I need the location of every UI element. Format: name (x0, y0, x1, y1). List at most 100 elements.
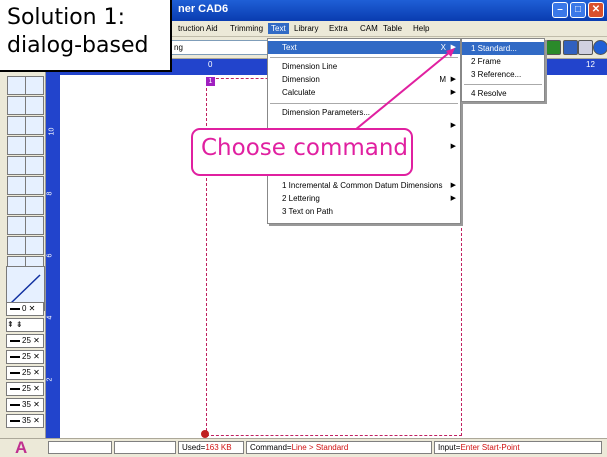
menu-separator (270, 57, 458, 58)
window-title: ner CAD6 (178, 3, 229, 15)
menu-item-text[interactable]: Text X ▶ (268, 41, 460, 54)
submenu-arrow-icon: ▶ (450, 76, 456, 83)
hatch-tool-icon[interactable] (7, 216, 26, 235)
curve-tool-icon[interactable] (25, 96, 44, 115)
menu-separator (464, 84, 542, 85)
submenu-arrow-icon: ▶ (450, 89, 456, 96)
line-sample-icon (10, 371, 20, 374)
arc-tool-icon[interactable] (7, 136, 26, 155)
help-icon[interactable] (593, 40, 607, 55)
line-width-0[interactable]: 0 ✕ (6, 302, 44, 316)
spline-tool-icon[interactable] (25, 136, 44, 155)
ruler-label: 6 (46, 253, 54, 258)
submenu-item-reference[interactable]: 3 Reference... (462, 68, 544, 81)
line-width-label: 35 (22, 400, 31, 409)
submenu-item-standard[interactable]: 1 Standard... (462, 42, 544, 55)
status-used: Used=163 KB (178, 441, 244, 454)
layer-combo-box[interactable]: ng (170, 40, 270, 55)
submenu-arrow-icon: ▶ (450, 44, 456, 51)
origin-icon (201, 430, 209, 438)
line-width-25c[interactable]: 25 ✕ (6, 366, 44, 380)
ruler-label: 4 (46, 315, 54, 320)
ruler-label: 0 (208, 60, 213, 69)
menu-extra[interactable]: Extra (326, 23, 351, 34)
line-tool-icon[interactable] (7, 76, 26, 95)
bezier-tool-icon[interactable] (25, 116, 44, 135)
close-icon[interactable]: ✕ (588, 2, 604, 18)
rectangle-tool-icon[interactable] (7, 96, 26, 115)
input-value: Enter Start-Point (460, 443, 520, 452)
menu-library[interactable]: Library (291, 23, 321, 34)
menu-text[interactable]: Text (268, 23, 289, 34)
line-width-35b[interactable]: 35 ✕ (6, 414, 44, 428)
line-width-label: 25 (22, 336, 31, 345)
app-logo-icon: A (15, 438, 28, 457)
line-width-label: 25 (22, 384, 31, 393)
status-field-empty-2 (114, 441, 176, 454)
lock-tool-icon[interactable] (7, 236, 26, 255)
line-width-label: 35 (22, 416, 31, 425)
menu-item-label: Dimension Parameters... (282, 108, 371, 117)
command-label: Command= (250, 443, 292, 452)
filter-tool-icon[interactable] (7, 196, 26, 215)
menu-cam[interactable]: CAM (357, 23, 381, 34)
menu-construction-aid[interactable]: truction Aid (175, 23, 221, 34)
grid-icon[interactable] (546, 40, 561, 55)
minimize-icon[interactable]: – (552, 2, 568, 18)
select-tool-icon[interactable] (7, 176, 26, 195)
line-sample-icon (10, 387, 20, 390)
submenu-arrow-icon: ▶ (450, 143, 456, 150)
solution-callout-text: Solution 1: dialog-based (7, 5, 149, 58)
line-sample-icon (10, 339, 20, 342)
choose-command-text: Choose command (201, 135, 409, 161)
line-width-label: 0 (22, 304, 27, 313)
cross-tool-icon[interactable] (7, 116, 26, 135)
menu-item-text-on-path[interactable]: 3 Text on Path (268, 205, 460, 218)
menu-shortcut: X (440, 43, 446, 52)
menu-item-lettering[interactable]: 2 Lettering ▶ (268, 192, 460, 205)
pattern-tool-icon[interactable] (25, 216, 44, 235)
menu-item-incremental-dimensions[interactable]: 1 Incremental & Common Datum Dimensions ▶ (268, 179, 460, 192)
menu-item-label: Dimension Line (282, 62, 338, 71)
line-width-25d[interactable]: 25 ✕ (6, 382, 44, 396)
menu-item-calculate[interactable]: Calculate ▶ (268, 86, 460, 99)
circle-tool-icon[interactable] (7, 156, 26, 175)
maximize-icon[interactable]: □ (570, 2, 586, 18)
menu-item-label: Dimension (282, 75, 320, 84)
used-label: Used= (182, 443, 206, 452)
pen-icon[interactable] (578, 40, 593, 55)
line-width-25a[interactable]: 25 ✕ (6, 334, 44, 348)
menu-help[interactable]: Help (410, 23, 432, 34)
input-label: Input= (438, 443, 461, 452)
submenu-arrow-icon: ▶ (450, 182, 456, 189)
line-style-selector[interactable]: ⇞ ⇟ (6, 318, 44, 332)
group-tool-icon[interactable] (25, 236, 44, 255)
polyline-tool-icon[interactable] (25, 76, 44, 95)
menu-item-label: Calculate (282, 88, 316, 97)
submenu-arrow-icon: ▶ (450, 122, 456, 129)
menu-item-dimension-line[interactable]: Dimension Line (268, 60, 460, 73)
ruler-label: 2 (46, 377, 54, 382)
line-width-35a[interactable]: 35 ✕ (6, 398, 44, 412)
submenu-item-frame[interactable]: 2 Frame (462, 55, 544, 68)
menu-item-dimension-parameters[interactable]: Dimension Parameters... (268, 106, 460, 119)
used-value: 163 KB (205, 443, 232, 452)
status-input: Input=Enter Start-Point (434, 441, 602, 454)
command-value: Line > Standard (291, 443, 349, 452)
line-width-25b[interactable]: 25 ✕ (6, 350, 44, 364)
hand-tool-icon[interactable] (25, 176, 44, 195)
layer-tool-icon[interactable] (25, 196, 44, 215)
menu-item-label: 1 Incremental & Common Datum Dimensions (282, 181, 443, 190)
ruler-label: 8 (46, 191, 54, 196)
menu-trimming[interactable]: Trimming (227, 23, 266, 34)
status-command: Command=Line > Standard (246, 441, 432, 454)
undo-arc-icon[interactable] (25, 156, 44, 175)
menu-item-label: Text (282, 43, 297, 52)
menu-item-dimension[interactable]: Dimension M ▶ (268, 73, 460, 86)
menu-item-label: 3 Text on Path (282, 207, 333, 216)
line-width-label: 25 (22, 352, 31, 361)
menu-table[interactable]: Table (380, 23, 405, 34)
print-icon[interactable] (563, 40, 578, 55)
submenu-item-resolve[interactable]: 4 Resolve (462, 87, 544, 100)
ruler-label: 12 (586, 60, 595, 69)
